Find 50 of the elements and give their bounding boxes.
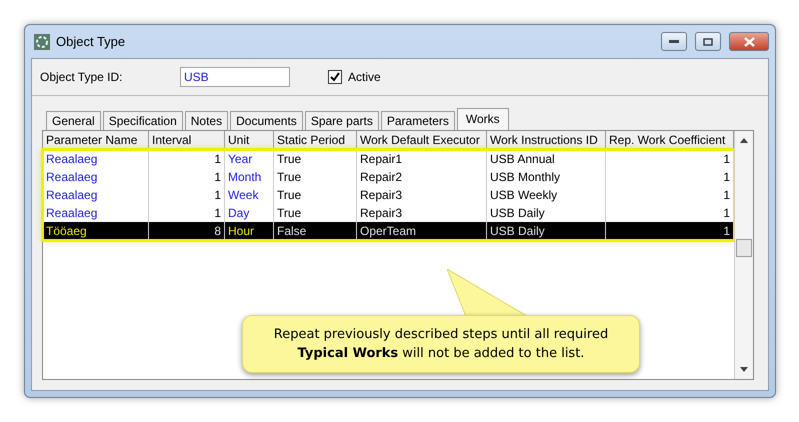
- table-cell: Repair3: [357, 186, 487, 205]
- table-cell: 1: [149, 186, 225, 205]
- table-cell: 1: [149, 168, 225, 187]
- scroll-down-icon[interactable]: [740, 367, 748, 372]
- table-cell: Reaalaeg: [43, 204, 149, 223]
- table-cell: Month: [225, 168, 274, 187]
- table-cell: OperTeam: [357, 222, 487, 241]
- table-cell: Reaalaeg: [43, 168, 149, 187]
- table-cell: True: [274, 150, 357, 169]
- table-cell: False: [274, 222, 357, 241]
- table-cell: USB Weekly: [487, 186, 606, 205]
- tab[interactable]: Works: [456, 108, 509, 130]
- object-type-id-field[interactable]: USB: [180, 67, 290, 87]
- tab[interactable]: General: [46, 111, 101, 130]
- table-cell: USB Daily: [487, 222, 606, 241]
- table-cell: True: [274, 204, 357, 223]
- scroll-up-icon[interactable]: [740, 138, 748, 143]
- table-cell: Tööaeg: [43, 222, 149, 241]
- table-cell: Repair3: [357, 204, 487, 223]
- table-cell: Day: [225, 204, 274, 223]
- field-label: Object Type ID:: [40, 70, 124, 84]
- close-icon: [744, 36, 754, 46]
- table-cell: USB Daily: [487, 204, 606, 223]
- tab[interactable]: Spare parts: [304, 111, 379, 130]
- app-icon: [34, 34, 50, 50]
- tab[interactable]: Parameters: [380, 111, 455, 130]
- tab[interactable]: Notes: [184, 111, 228, 130]
- tab[interactable]: Documents: [230, 111, 303, 130]
- table-cell: Reaalaeg: [43, 186, 149, 205]
- table-cell: True: [274, 168, 357, 187]
- table-cell: 8: [149, 222, 225, 241]
- table-cell: Hour: [225, 222, 274, 241]
- minimize-icon: [669, 40, 679, 44]
- scroll-thumb[interactable]: [736, 239, 752, 257]
- active-checkbox[interactable]: [328, 70, 342, 84]
- checkbox-label: Active: [348, 70, 381, 84]
- scrollbar[interactable]: [734, 131, 753, 379]
- minimize-button[interactable]: [661, 32, 687, 51]
- close-button[interactable]: [729, 32, 769, 51]
- table-cell: Week: [225, 186, 274, 205]
- table-cell: 1: [606, 222, 734, 241]
- table-cell: Repair2: [357, 168, 487, 187]
- maximize-icon: [703, 38, 713, 46]
- table-cell: True: [274, 186, 357, 205]
- table-cell: USB Monthly: [487, 168, 606, 187]
- table-cell: 1: [149, 204, 225, 223]
- table-cell: Year: [225, 150, 274, 169]
- tab[interactable]: Specification: [102, 111, 183, 130]
- maximize-button[interactable]: [695, 32, 721, 51]
- window-title: Object Type: [56, 34, 126, 49]
